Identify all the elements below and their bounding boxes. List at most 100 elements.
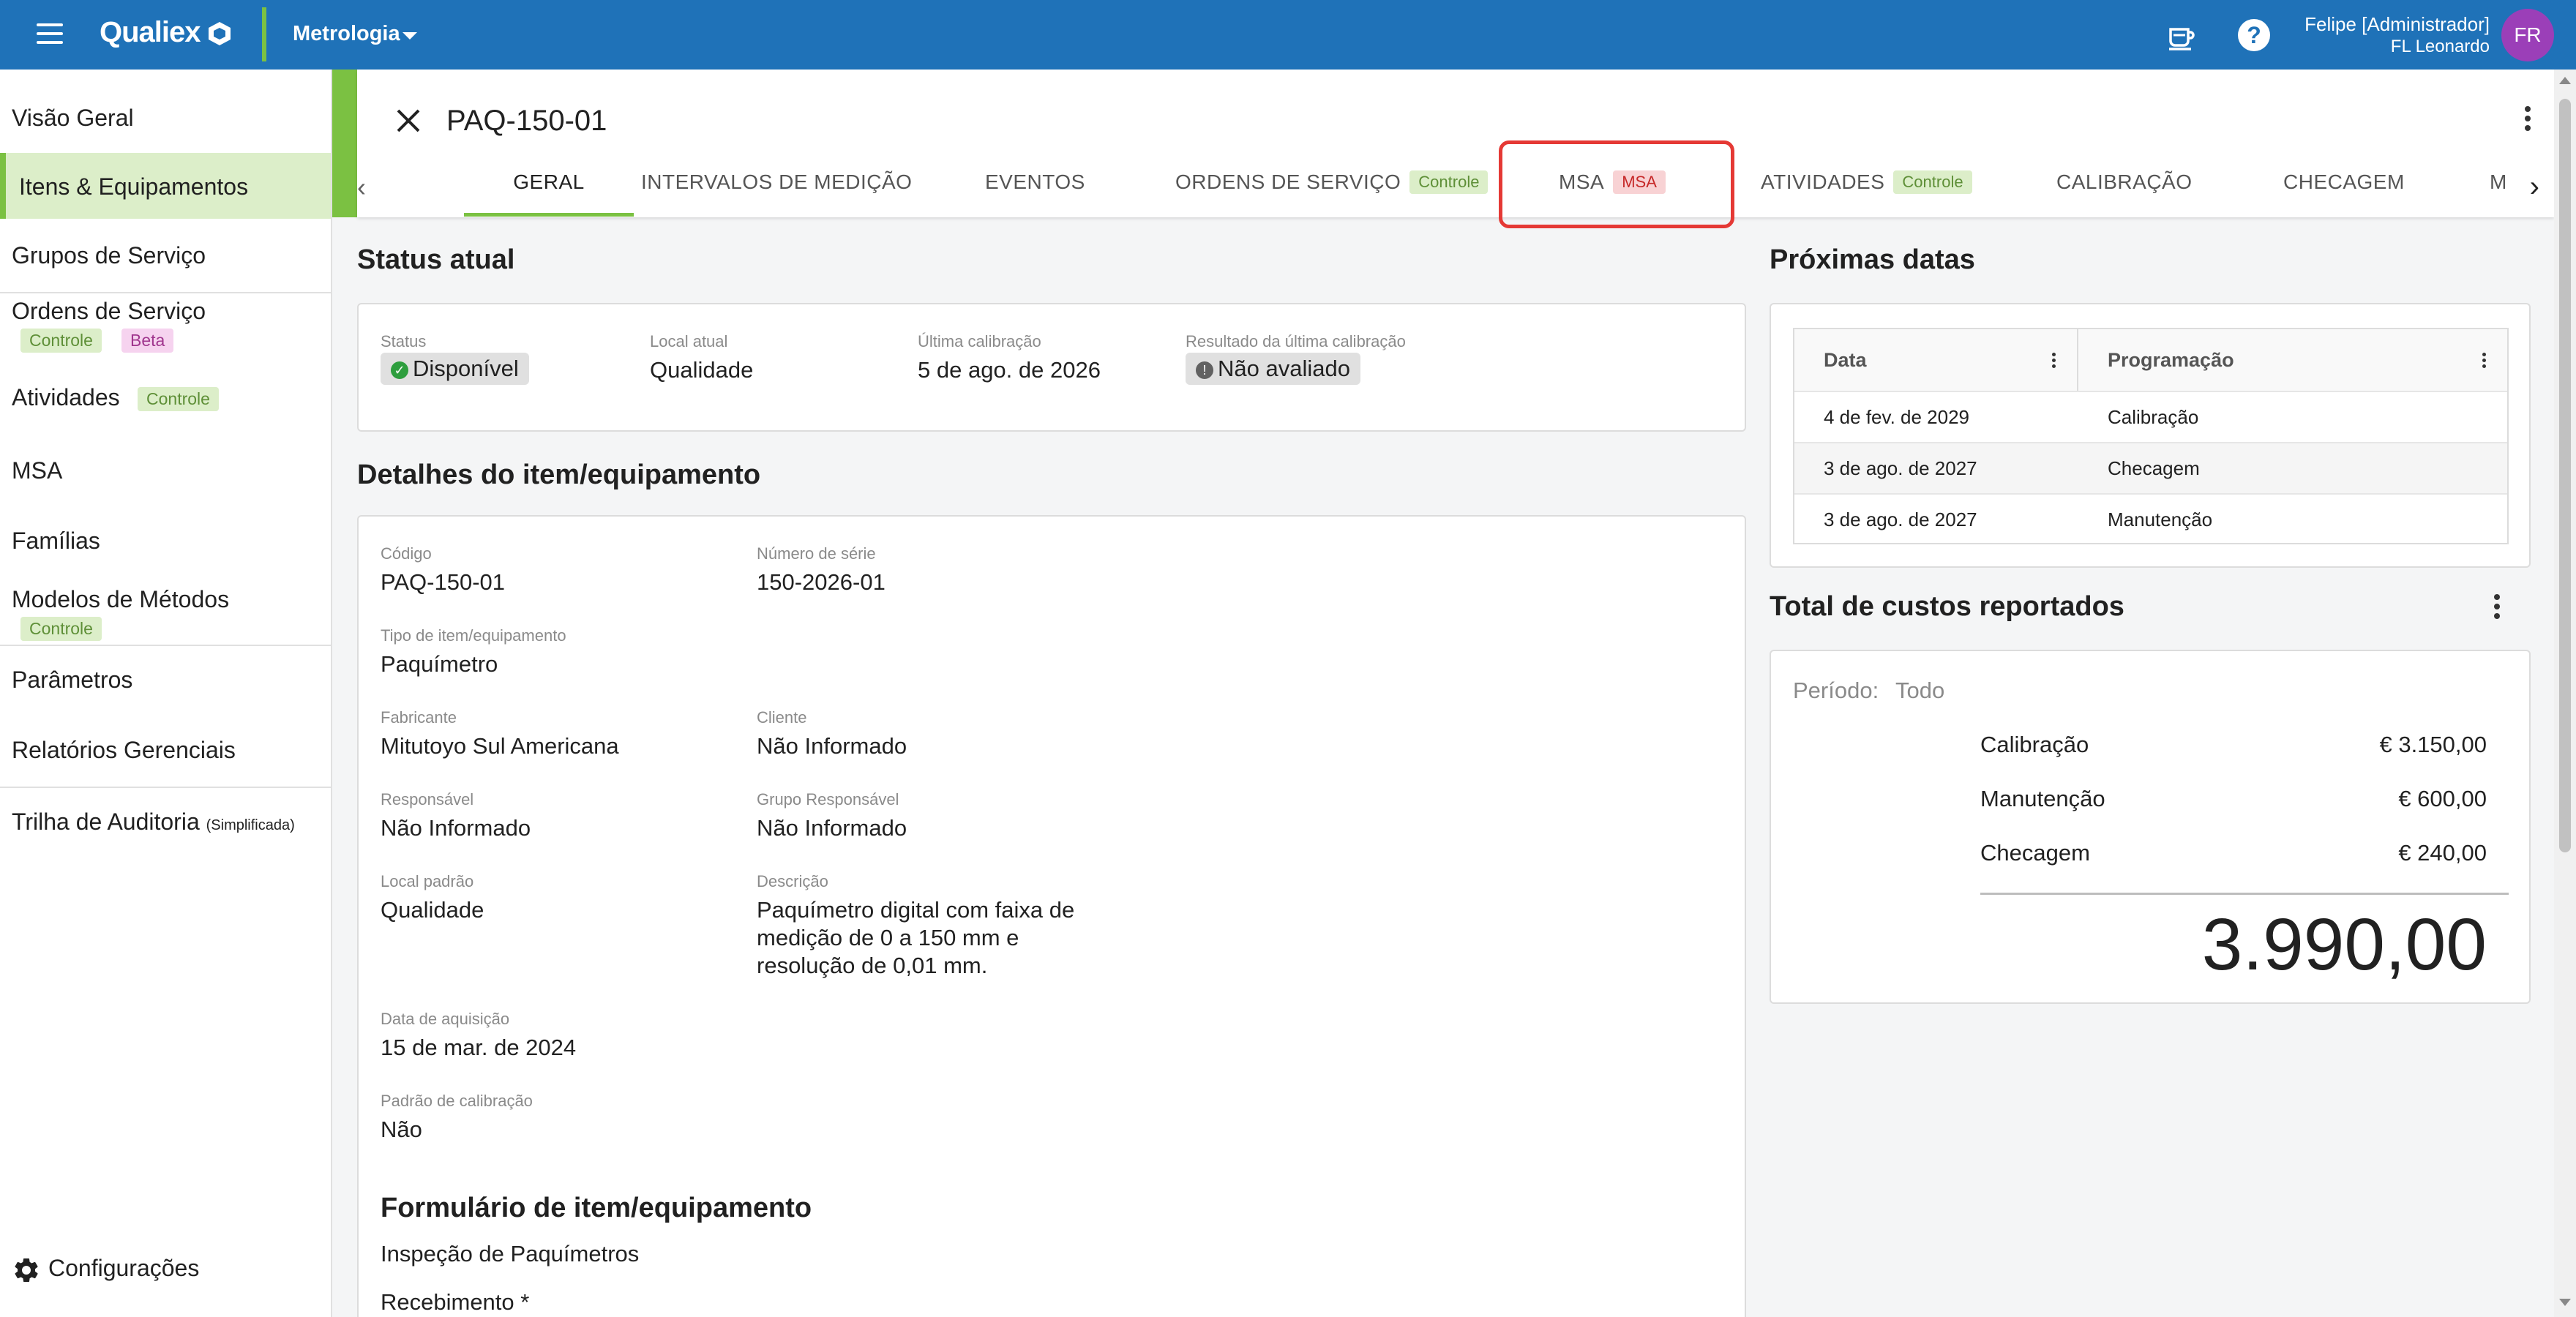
active-module-edge — [332, 70, 357, 217]
chevron-down-icon[interactable] — [402, 32, 417, 40]
grupo-label: Grupo Responsável — [757, 790, 899, 808]
status-label: Status — [381, 332, 427, 350]
cell-data: 3 de ago. de 2027 — [1824, 509, 1977, 530]
module-selector[interactable]: Metrologia — [293, 22, 400, 46]
tipo-value: Paquímetro — [381, 651, 498, 677]
sidebar-item-label: Modelos de Métodos — [12, 586, 230, 612]
sidebar-item-suffix: (Simplificada) — [206, 817, 295, 833]
cell-data: 3 de ago. de 2027 — [1824, 457, 1977, 479]
sidebar-item-msa[interactable]: MSA — [0, 443, 331, 501]
section-title-proximas: Próximas datas — [1770, 244, 1975, 275]
chevron-right-icon[interactable]: › — [2530, 170, 2539, 203]
result-label: Resultado da última calibração — [1186, 332, 1406, 350]
settings-label: Configurações — [48, 1255, 200, 1281]
gear-icon — [15, 1258, 38, 1282]
table-row[interactable]: 4 de fev. de 2029 Calibração — [1794, 391, 2507, 442]
settings-link[interactable]: Configurações — [12, 1255, 199, 1285]
serie-value: 150-2026-01 — [757, 569, 886, 595]
sidebar-item-atividades[interactable]: Atividades Controle — [0, 377, 331, 435]
table-row[interactable]: 3 de ago. de 2027 Checagem — [1794, 442, 2507, 493]
logo-mark-icon — [209, 22, 231, 45]
padrao-label: Padrão de calibração — [381, 1092, 533, 1110]
tab-intervalos-medicao[interactable]: INTERVALOS DE MEDIÇÃO — [641, 170, 912, 194]
tab-checagem[interactable]: CHECAGEM — [2283, 170, 2405, 194]
sidebar-divider — [0, 645, 331, 646]
logo-divider — [262, 7, 266, 61]
section-title-status: Status atual — [357, 244, 515, 275]
cell-programacao: Manutenção — [2108, 509, 2213, 530]
chevron-left-icon[interactable]: ‹ — [357, 172, 366, 203]
tab-eventos[interactable]: EVENTOS — [985, 170, 1085, 194]
cost-value-checagem: € 240,00 — [2398, 840, 2487, 866]
tab-atividades[interactable]: ATIVIDADES Controle — [1761, 170, 1972, 194]
codigo-label: Código — [381, 544, 432, 563]
active-tab-indicator — [464, 213, 634, 217]
help-icon[interactable]: ? — [2238, 19, 2270, 51]
local-value: Qualidade — [650, 357, 754, 383]
more-vert-icon[interactable] — [2052, 353, 2056, 370]
sidebar-item-label: Ordens de Serviço — [12, 298, 206, 324]
beta-badge: Beta — [121, 329, 174, 353]
column-header-data[interactable]: Data — [1794, 329, 2078, 391]
total-divider — [1980, 893, 2509, 895]
coffee-cup-icon[interactable] — [2166, 22, 2195, 51]
tab-ordens-servico[interactable]: ORDENS DE SERVIÇO Controle — [1175, 170, 1489, 194]
form-field-recebimento: Recebimento * — [381, 1289, 530, 1315]
scroll-up-icon[interactable] — [2559, 77, 2571, 84]
cost-label-checagem: Checagem — [1980, 840, 2090, 866]
controle-badge: Controle — [1893, 170, 1972, 194]
scroll-down-icon[interactable] — [2559, 1299, 2571, 1306]
sidebar-item-visao-geral[interactable]: Visão Geral — [0, 90, 331, 149]
responsavel-value: Não Informado — [381, 815, 531, 841]
serie-label: Número de série — [757, 544, 876, 563]
sidebar-item-grupos-servico[interactable]: Grupos de Serviço — [0, 228, 331, 286]
sidebar-item-itens-equipamentos[interactable]: Itens & Equipamentos — [0, 153, 331, 219]
periodo-value: Todo — [1895, 678, 1945, 703]
sidebar-item-modelos-metodos[interactable]: Modelos de Métodos Controle — [0, 582, 331, 648]
result-badge: ! Não avaliado — [1186, 353, 1360, 385]
sidebar-item-label: MSA — [12, 457, 63, 484]
sidebar: Visão Geral Itens & Equipamentos Grupos … — [0, 70, 332, 1317]
cliente-value: Não Informado — [757, 733, 907, 759]
vertical-scrollbar[interactable] — [2554, 70, 2576, 1317]
sidebar-divider — [0, 292, 331, 293]
status-value: Disponível — [413, 356, 519, 381]
controle-badge: Controle — [1409, 170, 1489, 194]
scrollbar-thumb[interactable] — [2559, 99, 2571, 852]
section-title-details: Detalhes do item/equipamento — [357, 459, 761, 490]
tab-geral[interactable]: GERAL — [464, 170, 634, 194]
sidebar-item-label: Trilha de Auditoria — [12, 808, 200, 835]
more-vert-icon[interactable] — [2523, 106, 2532, 135]
cost-total: 3.990,00 — [2201, 904, 2487, 986]
sidebar-item-trilha-auditoria[interactable]: Trilha de Auditoria (Simplificada) — [0, 794, 331, 852]
cost-label-calibracao: Calibração — [1980, 732, 2089, 757]
sidebar-item-relatorios[interactable]: Relatórios Gerenciais — [0, 722, 331, 781]
highlight-box — [1499, 140, 1734, 228]
sidebar-item-parametros[interactable]: Parâmetros — [0, 652, 331, 710]
sidebar-item-label: Visão Geral — [12, 105, 134, 131]
local-padrao-label: Local padrão — [381, 872, 474, 890]
tab-partial[interactable]: M — [2490, 170, 2512, 194]
sidebar-item-label: Parâmetros — [12, 667, 133, 693]
user-name[interactable]: Felipe [Administrador] — [2304, 13, 2490, 36]
fabricante-label: Fabricante — [381, 708, 457, 727]
column-header-programacao[interactable]: Programação — [2078, 329, 2507, 391]
last-calibration-value: 5 de ago. de 2026 — [918, 357, 1101, 383]
menu-icon[interactable] — [34, 20, 66, 50]
avatar[interactable]: FR — [2501, 9, 2554, 61]
sidebar-item-familias[interactable]: Famílias — [0, 513, 331, 571]
more-vert-icon[interactable] — [2493, 594, 2501, 623]
app-logo[interactable]: Qualiex — [100, 16, 201, 49]
fabricante-value: Mitutoyo Sul Americana — [381, 733, 619, 759]
close-icon[interactable] — [394, 106, 423, 135]
tab-calibracao[interactable]: CALIBRAÇÃO — [2056, 170, 2193, 194]
sidebar-item-ordens-servico[interactable]: Ordens de Serviço Controle Beta — [0, 296, 331, 362]
descricao-line-1: Paquímetro digital com faixa de — [757, 897, 1075, 923]
more-vert-icon[interactable] — [2482, 353, 2487, 370]
descricao-line-3: resolução de 0,01 mm. — [757, 953, 988, 978]
table-row[interactable]: 3 de ago. de 2027 Manutenção — [1794, 493, 2507, 544]
tab-label: ORDENS DE SERVIÇO — [1175, 170, 1401, 193]
status-badge: ✓ Disponível — [381, 353, 529, 385]
custos-card: Período: Todo Calibração € 3.150,00 Manu… — [1770, 650, 2531, 1004]
last-calibration-label: Última calibração — [918, 332, 1041, 350]
